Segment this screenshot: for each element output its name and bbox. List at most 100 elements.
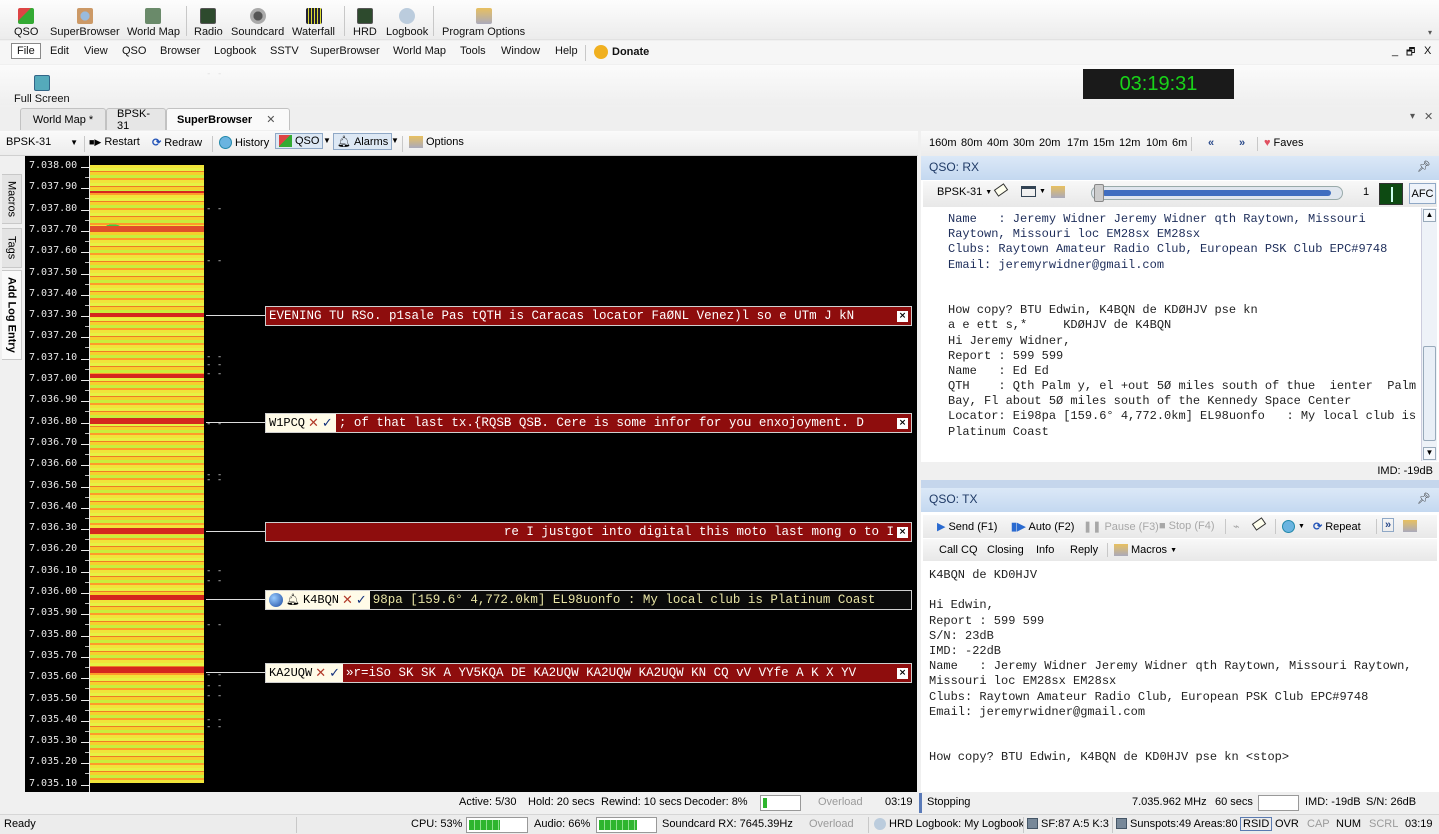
macro-info[interactable]: Info (1036, 544, 1054, 556)
menu-view[interactable]: View (84, 45, 108, 57)
side-tab-add-log-entry[interactable]: Add Log Entry (2, 270, 22, 360)
close-button[interactable]: X (1424, 45, 1431, 57)
toolbar-hrd-button[interactable]: HRD (353, 4, 377, 38)
alarms-toggle-button[interactable]: 🔔︎ Alarms (333, 133, 393, 150)
accept-icon[interactable]: ✓ (356, 593, 367, 608)
redraw-button[interactable]: ⟳ Redraw (152, 136, 202, 150)
callsign[interactable]: W1PCQ (269, 416, 305, 430)
rx-scrollbar[interactable]: ▲ ▼ (1421, 208, 1437, 461)
globe-icon[interactable] (269, 593, 283, 607)
menu-tools[interactable]: Tools (460, 45, 486, 57)
toolbar-logbook-button[interactable]: Logbook (386, 4, 428, 38)
tx-options-button[interactable] (1403, 520, 1417, 532)
alarms-dropdown-icon[interactable]: ▼ (391, 136, 399, 145)
rx-options-button[interactable] (1051, 186, 1065, 198)
minimize-button[interactable]: _ (1392, 45, 1398, 57)
band-prev-button[interactable]: « (1208, 137, 1214, 149)
toolbar-qso-button[interactable]: QSO (14, 4, 38, 38)
decode-bar[interactable]: W1PCQ ✕ ✓; of that last tx.{RQSB QSB. Cere… (265, 413, 912, 433)
side-tab-tags[interactable]: Tags (2, 228, 22, 268)
qso-toggle-button[interactable]: QSO (275, 133, 324, 149)
menu-edit[interactable]: Edit (50, 45, 69, 57)
rx-text-area[interactable]: Name : Jeremy Widner Jeremy Widner qth R… (925, 208, 1421, 461)
solar-flux-status[interactable]: SF:87 A:5 K:3 (1027, 818, 1109, 830)
macros-menu-button[interactable]: Macros ▼ (1114, 544, 1177, 556)
pin-icon[interactable]: 📌︎ (1417, 160, 1431, 173)
band-160m[interactable]: 160m (929, 137, 957, 149)
decode-bar[interactable]: EVENING TU RSo. p1sale Pas tQTH is Carac… (265, 306, 912, 326)
bell-icon[interactable]: 🔔︎ (286, 593, 300, 607)
toolbar-program-options-button[interactable]: Program Options (442, 4, 525, 38)
repeat-button[interactable]: ⟳ Repeat (1313, 520, 1361, 534)
menu-window[interactable]: Window (501, 45, 540, 57)
band-30m[interactable]: 30m (1013, 137, 1034, 149)
band-80m[interactable]: 80m (961, 137, 982, 149)
callsign-box[interactable]: KA2UQW ✕ ✓ (266, 664, 344, 682)
macro-closing[interactable]: Closing (987, 544, 1024, 556)
tab-close-all-icon[interactable]: ✕ (1424, 110, 1433, 123)
menu-donate[interactable]: Donate (594, 45, 649, 59)
callsign-box[interactable]: 🔔︎ K4BQN ✕ ✓ (266, 591, 370, 609)
mode-select[interactable]: BPSK-31 ▼ (6, 136, 78, 148)
tx-text-area[interactable]: K4BQN de KD0HJV Hi Edwin, Report : 599 599… (925, 564, 1437, 792)
toolbar-world-map-button[interactable]: World Map (127, 4, 180, 38)
menu-qso[interactable]: QSO (122, 45, 146, 57)
tx-expand-button[interactable]: » (1382, 518, 1395, 532)
rx-clear-button[interactable] (993, 183, 1009, 197)
side-tab-macros[interactable]: Macros (2, 174, 22, 224)
menu-browser[interactable]: Browser (160, 45, 200, 57)
band-40m[interactable]: 40m (987, 137, 1008, 149)
send-button[interactable]: ▶ Send (F1) (937, 520, 997, 534)
options-button[interactable]: Options (409, 136, 464, 148)
tx-clear-button[interactable] (1251, 517, 1267, 531)
close-decode-icon[interactable]: × (897, 417, 908, 429)
qso-dropdown-icon[interactable]: ▼ (323, 136, 331, 145)
tab-close-icon[interactable]: ✕ (266, 113, 275, 126)
full-screen-button[interactable]: Full Screen (14, 71, 70, 105)
toolbar-superbrowser-button[interactable]: SuperBrowser (50, 4, 120, 38)
callsign[interactable]: KA2UQW (269, 666, 312, 680)
reject-icon[interactable]: ✕ (342, 593, 353, 608)
panel-splitter[interactable] (921, 480, 1439, 488)
menu-world-map[interactable]: World Map (393, 45, 446, 57)
toolbar-soundcard-button[interactable]: Soundcard (231, 4, 284, 38)
callsign[interactable]: K4BQN (303, 593, 339, 607)
stop-button[interactable]: ■ Stop (F4) (1159, 520, 1215, 532)
toolbar-waterfall-button[interactable]: Waterfall (292, 4, 335, 38)
rsid-toggle[interactable]: RSID (1240, 817, 1273, 831)
tab-list-icon[interactable]: ▾ (1410, 111, 1415, 122)
tune-button[interactable]: ⌁ (1233, 520, 1240, 533)
callsign-box[interactable]: W1PCQ ✕ ✓ (266, 414, 336, 432)
band-10m[interactable]: 10m (1146, 137, 1167, 149)
restart-button[interactable]: ■▶ Restart (89, 136, 140, 148)
band-6m[interactable]: 6m (1172, 137, 1187, 149)
pin-icon[interactable]: 📌︎ (1417, 492, 1431, 505)
reject-icon[interactable]: ✕ (308, 416, 319, 431)
menu-superbrowser[interactable]: SuperBrowser (310, 45, 380, 57)
tab-superbrowser[interactable]: SuperBrowser ✕ (166, 108, 290, 130)
auto-button[interactable]: ▮▶ Auto (F2) (1011, 520, 1074, 534)
decode-bar[interactable]: KA2UQW ✕ ✓ »r=iSo SK SK A YV5KQA DE KA2UQW … (265, 663, 912, 683)
faves-button[interactable]: ♥ Faves (1264, 137, 1304, 149)
pause-button[interactable]: ❚❚ Pause (F3) (1083, 520, 1159, 534)
scroll-up-icon[interactable]: ▲ (1423, 209, 1436, 222)
sunspots-status[interactable]: Sunspots:49 Areas:80 (1116, 818, 1238, 830)
waterfall-spectrum[interactable] (90, 165, 204, 783)
menu-file[interactable]: File (11, 43, 41, 59)
history-button[interactable]: History (219, 136, 269, 149)
tab-world-map[interactable]: World Map * (20, 108, 106, 130)
band-17m[interactable]: 17m (1067, 137, 1088, 149)
macro-call-cq[interactable]: Call CQ (939, 544, 978, 556)
superbrowser-waterfall[interactable]: 7.038.00 7.037.90 7.037.80 7.037.70 7.037.60… (25, 30, 917, 796)
menu-logbook[interactable]: Logbook (214, 45, 256, 57)
afc-toggle-button[interactable]: AFC (1409, 183, 1436, 204)
scroll-down-icon[interactable]: ▼ (1423, 447, 1436, 460)
logbook-status[interactable]: HRD Logbook: My Logbook (874, 818, 1024, 830)
accept-icon[interactable]: ✓ (322, 416, 333, 431)
rx-mode-select[interactable]: BPSK-31 ▼ (937, 186, 992, 198)
band-next-button[interactable]: » (1239, 137, 1245, 149)
reject-icon[interactable]: ✕ (315, 666, 326, 681)
restore-button[interactable]: 🗗 (1406, 45, 1415, 62)
menu-help[interactable]: Help (555, 45, 578, 57)
toolbar-overflow-icon[interactable]: ▾ (1428, 28, 1432, 37)
